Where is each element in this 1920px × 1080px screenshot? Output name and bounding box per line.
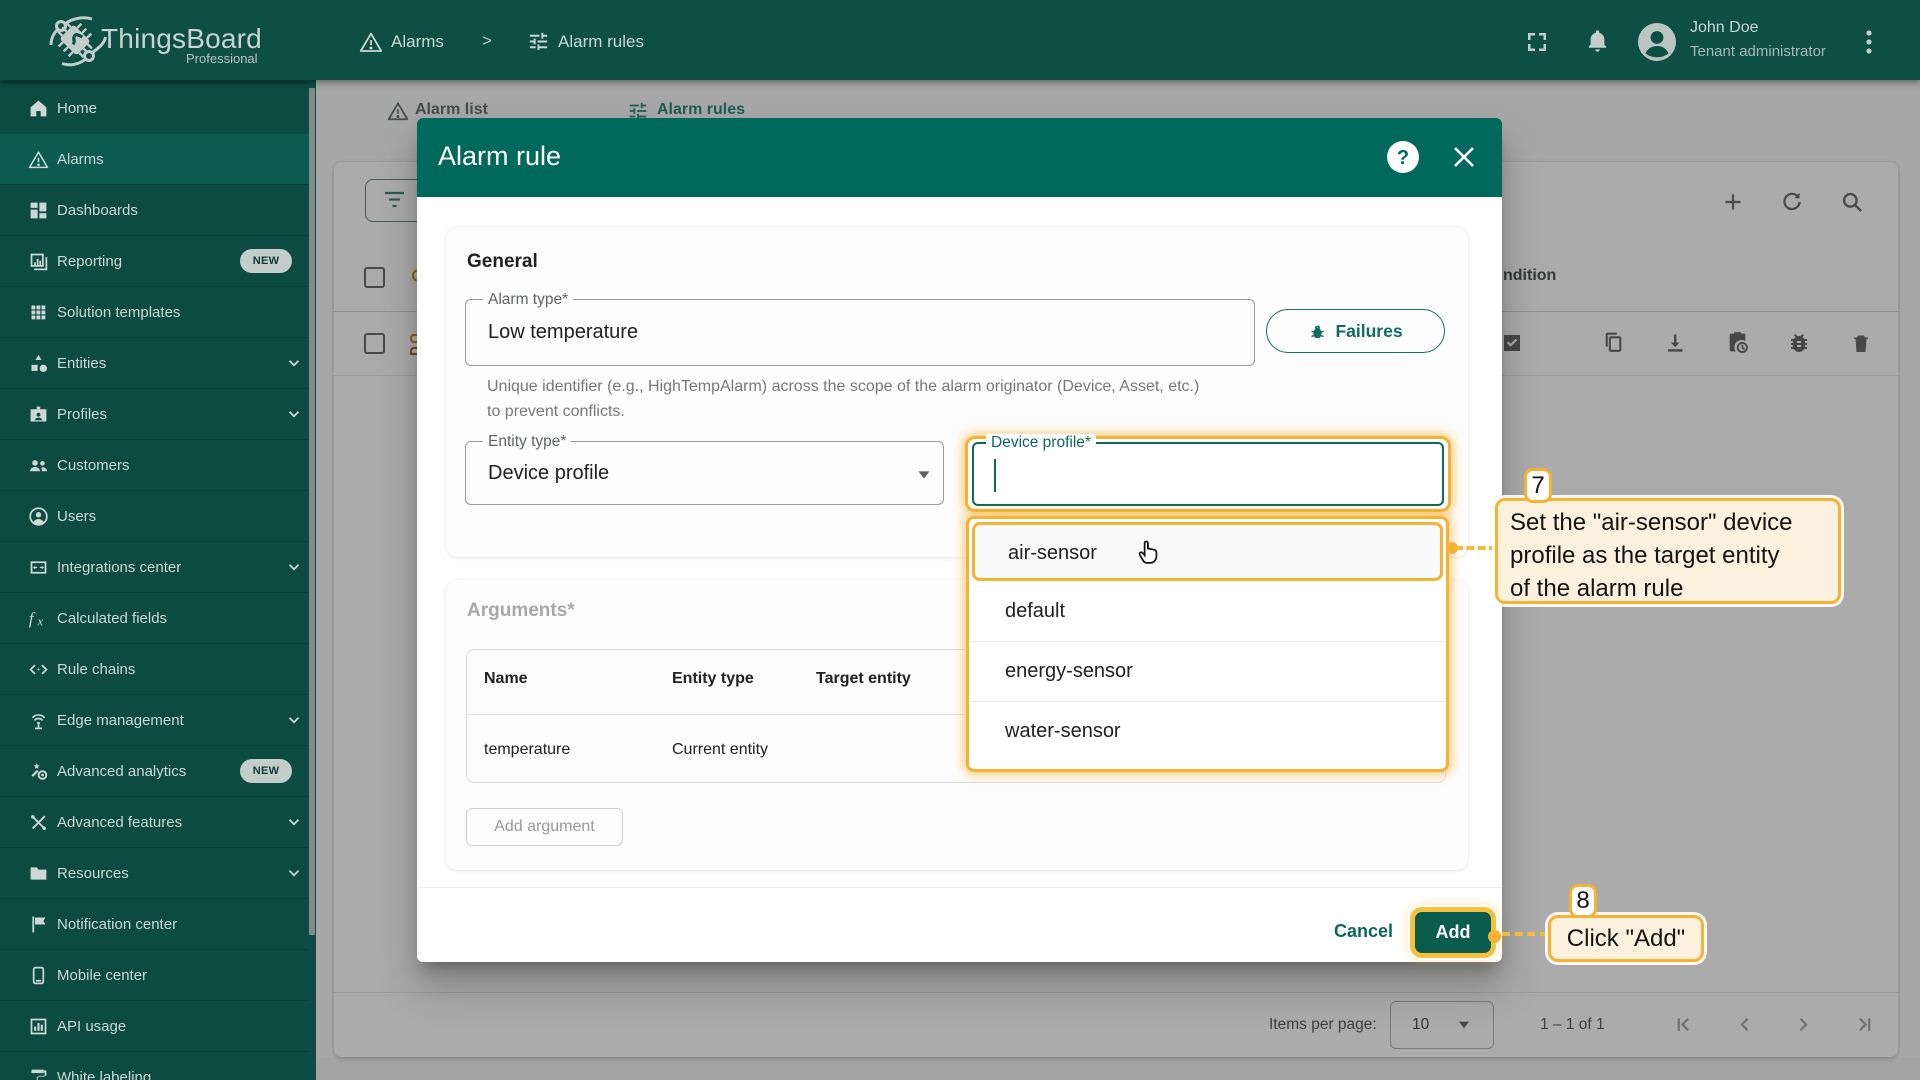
svg-text:f: f: [29, 608, 36, 627]
svg-text:?: ?: [1397, 147, 1409, 169]
svg-text:x: x: [37, 614, 44, 628]
